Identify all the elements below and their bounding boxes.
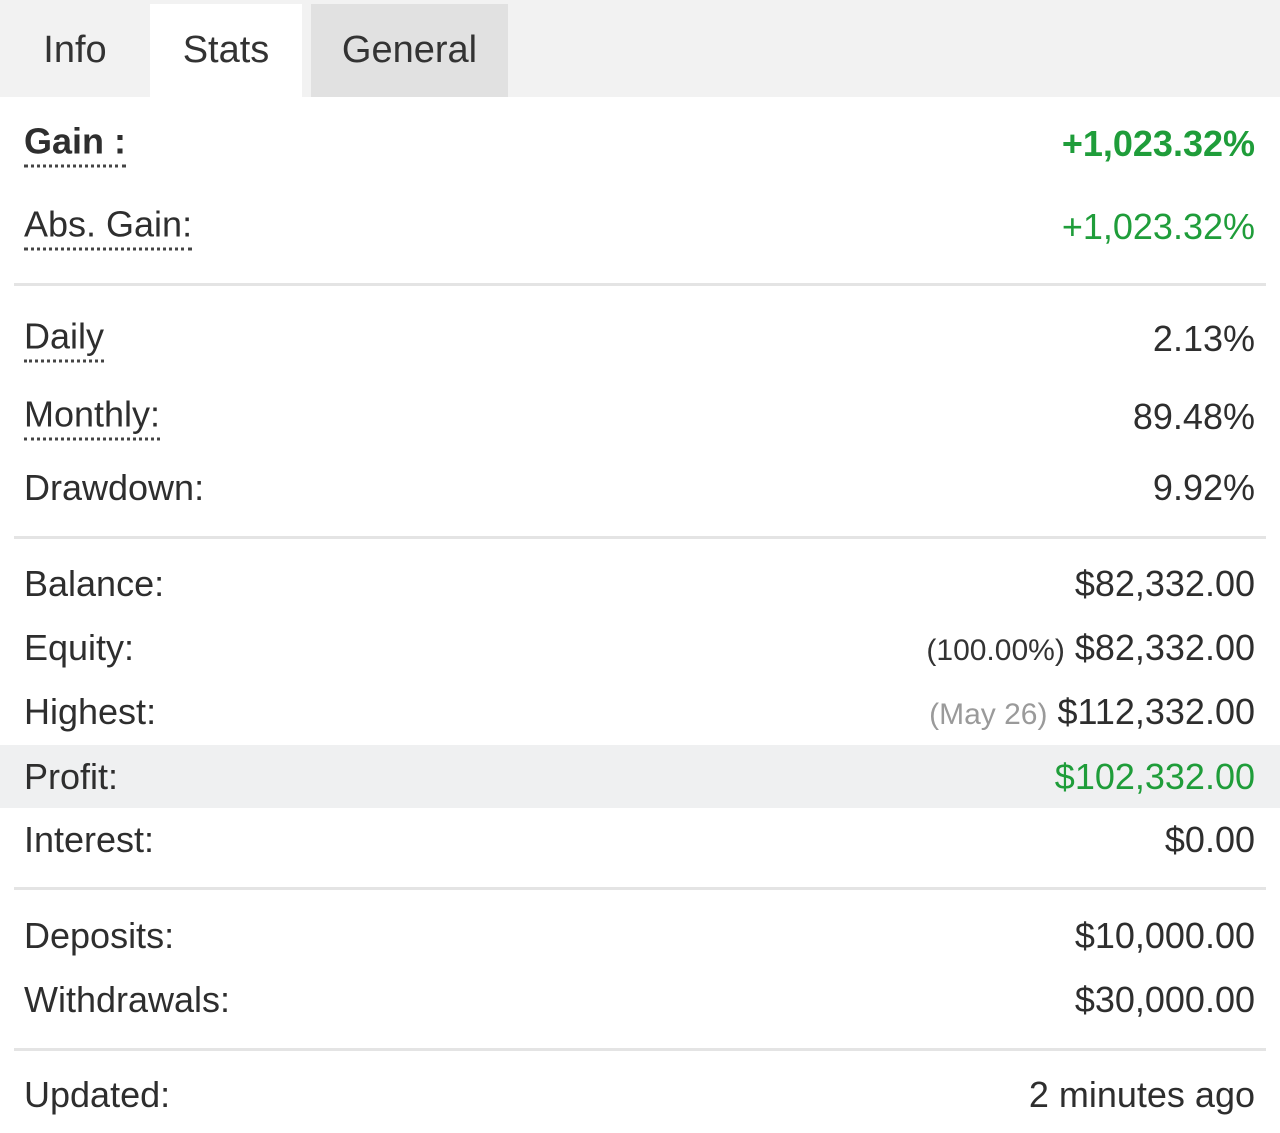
balance-row: Balance: $82,332.00 — [0, 552, 1280, 616]
daily-row: Daily 2.13% — [0, 307, 1280, 371]
deposits-value: $10,000.00 — [1074, 915, 1255, 956]
monthly-row: Monthly: 89.48% — [0, 385, 1280, 449]
abs-gain-value: +1,023.32% — [1061, 206, 1255, 247]
monthly-value: 89.48% — [1132, 396, 1255, 437]
profit-value: $102,332.00 — [1054, 755, 1255, 797]
highest-row: Highest: (May 26) $112,332.00 — [0, 680, 1280, 744]
daily-label[interactable]: Daily — [24, 316, 105, 363]
balance-label: Balance: — [24, 563, 165, 604]
divider — [14, 283, 1266, 286]
interest-value: $0.00 — [1164, 819, 1255, 860]
gain-value: +1,023.32% — [1061, 123, 1255, 164]
deposits-label: Deposits: — [24, 915, 175, 956]
tab-stats[interactable]: Stats — [150, 4, 302, 97]
profit-label: Profit: — [24, 755, 119, 797]
highest-date-note: (May 26) — [929, 698, 1048, 731]
equity-value: $82,332.00 — [1074, 627, 1255, 668]
divider — [14, 1048, 1266, 1051]
balance-value: $82,332.00 — [1074, 563, 1255, 604]
drawdown-value: 9.92% — [1152, 467, 1255, 508]
withdrawals-value: $30,000.00 — [1074, 979, 1255, 1020]
equity-value-group: (100.00%) $82,332.00 — [926, 627, 1255, 669]
gain-label[interactable]: Gain : — [24, 121, 127, 168]
highest-value: $112,332.00 — [1057, 691, 1255, 732]
equity-percent-note: (100.00%) — [926, 634, 1065, 667]
daily-value: 2.13% — [1152, 318, 1255, 359]
divider — [14, 536, 1266, 539]
drawdown-label: Drawdown: — [24, 467, 205, 508]
highest-value-group: (May 26) $112,332.00 — [929, 691, 1255, 733]
profit-row: Profit: $102,332.00 — [0, 745, 1280, 808]
tab-general[interactable]: General — [311, 4, 508, 97]
withdrawals-label: Withdrawals: — [24, 979, 231, 1020]
gain-row: Gain : +1,023.32% — [0, 112, 1280, 176]
tab-bar: Info Stats General — [0, 0, 1280, 97]
withdrawals-row: Withdrawals: $30,000.00 — [0, 968, 1280, 1032]
drawdown-row: Drawdown: 9.92% — [0, 456, 1280, 520]
monthly-label[interactable]: Monthly: — [24, 394, 161, 441]
updated-row: Updated: 2 minutes ago — [0, 1063, 1280, 1127]
tab-info[interactable]: Info — [0, 4, 150, 97]
interest-row: Interest: $0.00 — [0, 808, 1280, 872]
abs-gain-row: Abs. Gain: +1,023.32% — [0, 195, 1280, 259]
highest-label: Highest: — [24, 691, 157, 732]
updated-label: Updated: — [24, 1074, 171, 1115]
updated-value: 2 minutes ago — [1028, 1074, 1255, 1115]
divider — [14, 887, 1266, 890]
abs-gain-label[interactable]: Abs. Gain: — [24, 204, 193, 251]
equity-row: Equity: (100.00%) $82,332.00 — [0, 616, 1280, 680]
deposits-row: Deposits: $10,000.00 — [0, 904, 1280, 968]
equity-label: Equity: — [24, 627, 135, 668]
interest-label: Interest: — [24, 819, 155, 860]
